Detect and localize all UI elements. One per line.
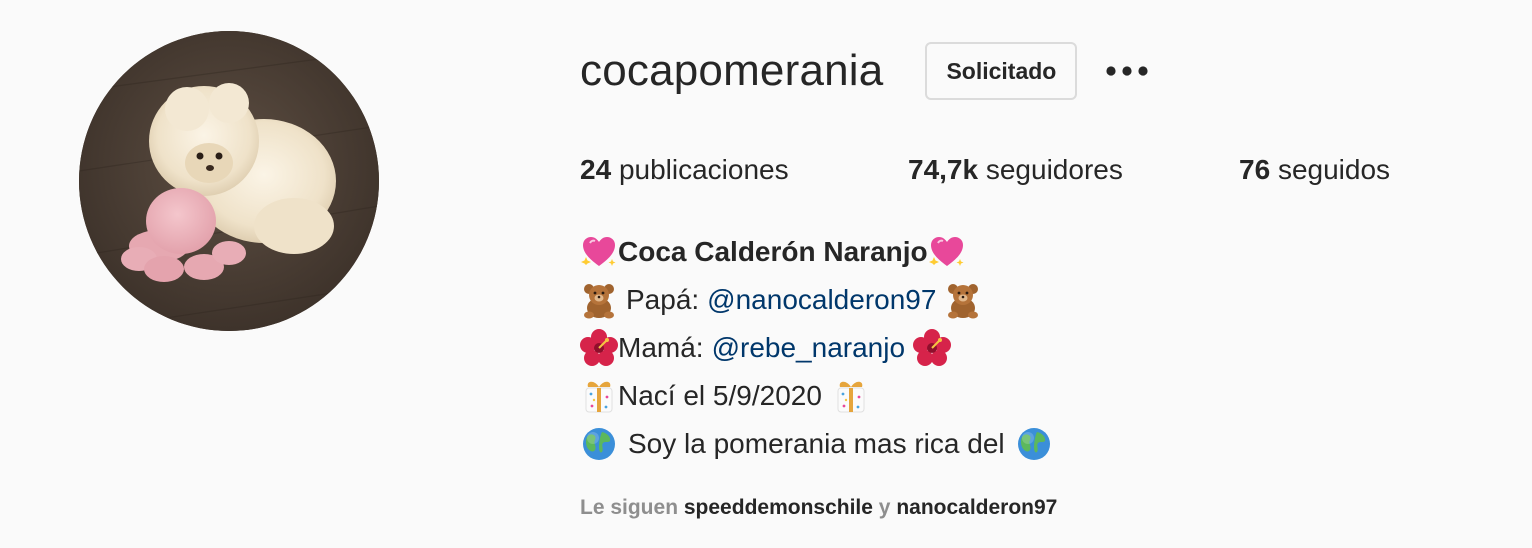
following-stat[interactable]: 76 seguidos	[1239, 150, 1390, 190]
profile-avatar[interactable]	[79, 31, 379, 331]
profile-stats: 24 publicaciones 74,7k seguidores 76 seg…	[580, 150, 1390, 190]
profile-header: cocapomerania Solicitado 24 publicacione…	[0, 0, 1532, 548]
followed-by-account-2[interactable]: nanocalderon97	[896, 496, 1057, 519]
bio-mom-line: Mamá: @rebe_naranjo	[580, 324, 1053, 372]
followed-by-account-1[interactable]: speeddemonschile	[684, 496, 873, 519]
hibiscus-icon	[580, 329, 618, 367]
mom-mention-link[interactable]: @rebe_naranjo	[712, 324, 905, 372]
bio-name-line: Coca Calderón Naranjo	[580, 228, 1053, 276]
bio-birth-line: Nací el 5/9/2020	[580, 372, 1053, 420]
followed-by-joiner: y	[878, 496, 891, 519]
followers-count: 74,7k	[908, 154, 979, 185]
mom-label: Mamá:	[618, 332, 704, 363]
username: cocapomerania	[580, 46, 884, 95]
globe-icon	[580, 425, 618, 463]
sparkling-heart-icon	[580, 233, 618, 271]
more-options-icon[interactable]	[1103, 47, 1151, 95]
wrapped-gift-icon	[832, 377, 870, 415]
pomeranian-photo	[79, 31, 379, 331]
bio-dad-line: Papá: @nanocalderon97	[580, 276, 1053, 324]
hibiscus-icon	[913, 329, 952, 367]
profile-bio: Coca Calderón Naranjo Papá: @nanocaldero…	[580, 228, 1053, 468]
teddy-bear-icon	[944, 281, 982, 319]
profile-title-row: cocapomerania Solicitado	[580, 41, 1151, 101]
dad-label: Papá:	[626, 284, 700, 315]
posts-stat: 24 publicaciones	[580, 150, 908, 190]
following-count: 76	[1239, 154, 1271, 185]
teddy-bear-icon	[580, 281, 618, 319]
dad-mention-link[interactable]: @nanocalderon97	[707, 276, 936, 324]
following-label: seguidos	[1277, 154, 1391, 185]
followed-by[interactable]: Le siguen speeddemonschile y nanocaldero…	[580, 493, 1057, 523]
bio-display-name: Coca Calderón Naranjo	[618, 236, 928, 267]
tagline-text: Soy la pomerania mas rica del	[628, 428, 1005, 459]
followed-by-prefix: Le siguen	[580, 496, 679, 519]
wrapped-gift-icon	[580, 377, 618, 415]
bio-tagline-line: Soy la pomerania mas rica del	[580, 420, 1053, 468]
birth-text: Nací el 5/9/2020	[618, 380, 822, 411]
sparkling-heart-icon	[928, 233, 966, 271]
followers-label: seguidores	[985, 154, 1123, 185]
posts-count: 24	[580, 154, 612, 185]
posts-label: publicaciones	[618, 154, 789, 185]
globe-icon	[1015, 425, 1053, 463]
followers-stat[interactable]: 74,7k seguidores	[908, 150, 1239, 190]
requested-button[interactable]: Solicitado	[925, 42, 1078, 100]
